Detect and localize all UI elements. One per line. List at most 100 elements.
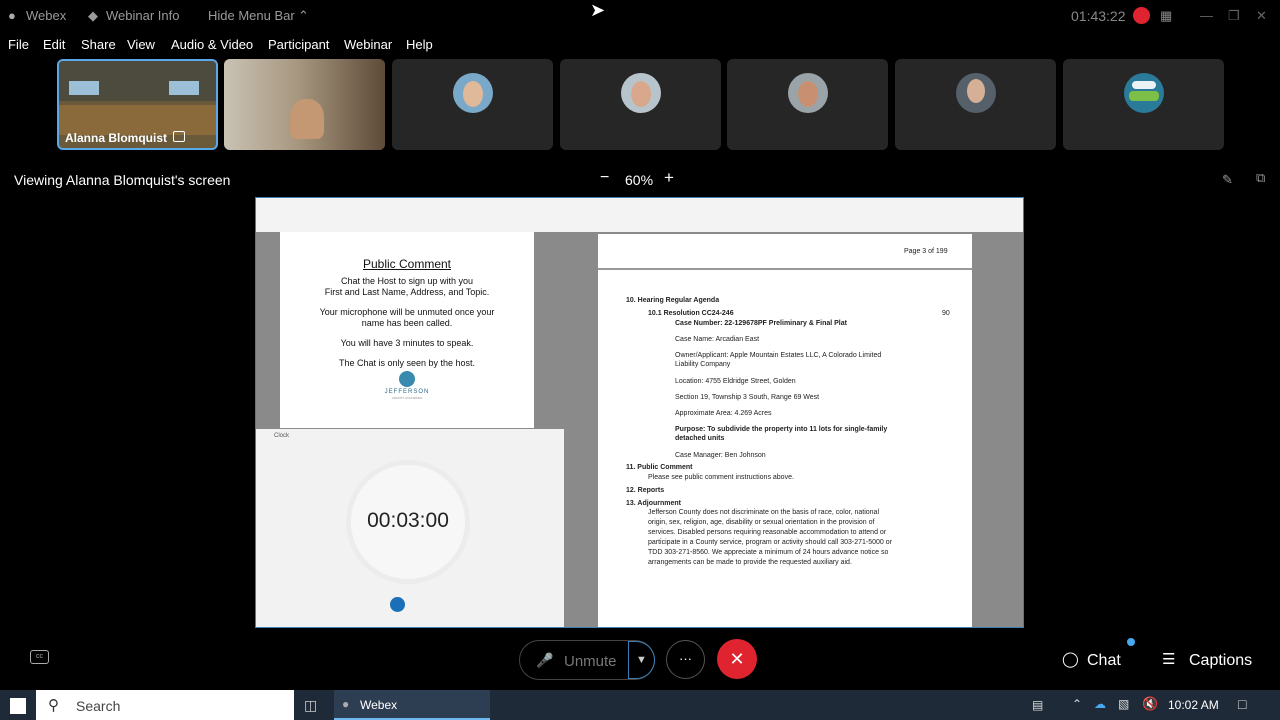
zoom-level: 60% — [625, 172, 654, 188]
agenda-line: Case Number: 22-129678PF Preliminary & F… — [675, 320, 847, 327]
agenda-line: Please see public comment instructions a… — [648, 474, 794, 481]
timer-display: 00:03:00 — [367, 509, 449, 532]
jefferson-logo-icon — [399, 371, 415, 387]
play-button[interactable] — [390, 597, 405, 612]
volume-icon[interactable]: 🔇 — [1142, 696, 1158, 712]
agenda-page: Page 3 of 199 10. Hearing Regular Agenda… — [598, 234, 972, 627]
participant-tile-2[interactable] — [392, 59, 553, 150]
restore-icon[interactable]: ❐ — [1228, 8, 1240, 24]
agenda-line: Purpose: To subdivide the property into … — [675, 426, 888, 433]
annotate-icon[interactable]: ✎ — [1222, 172, 1233, 188]
news-icon[interactable]: ▤ — [1032, 698, 1043, 712]
search-placeholder: Search — [76, 698, 121, 714]
end-call-button[interactable]: ✕ — [717, 639, 757, 679]
shield-icon: ◆ — [88, 8, 98, 23]
more-options-button[interactable]: ··· — [666, 640, 705, 679]
agenda-line: Liability Company — [675, 361, 731, 368]
windows-start-icon[interactable] — [10, 698, 26, 714]
participant-tile-6[interactable] — [1063, 59, 1224, 150]
task-view-icon[interactable]: ◫ — [304, 697, 317, 714]
participant-name: Alanna Blomquist — [65, 131, 168, 145]
captions-icon: ☰ — [1162, 651, 1176, 668]
logo-text: JEFFERSON — [384, 389, 430, 395]
avatar — [956, 73, 996, 113]
agenda-line: 13. Adjournment — [626, 500, 681, 507]
logo-subtext: COUNTY COLORADO — [391, 396, 423, 400]
page-title: Public Comment — [362, 257, 452, 271]
taskbar-webex-label: Webex — [360, 698, 398, 712]
chevron-down-icon[interactable]: ▼ — [628, 641, 655, 679]
menu-bar: File Edit Share View Audio & Video Parti… — [0, 33, 1280, 55]
search-icon: ⚲ — [48, 697, 59, 714]
menu-audio-video[interactable]: Audio & Video — [171, 37, 253, 52]
menu-webinar[interactable]: Webinar — [344, 37, 392, 52]
avatar — [621, 73, 661, 113]
participant-tile-3[interactable] — [560, 59, 721, 150]
meeting-controls: cc 🎤 Unmute ▼ ··· ✕ ◯ Chat ☰ Captions — [0, 636, 1280, 684]
captions-button[interactable]: Captions — [1189, 652, 1252, 670]
zoom-in-button[interactable]: + — [664, 168, 674, 188]
menu-view[interactable]: View — [127, 37, 155, 52]
chevron-up-icon[interactable]: ⌃ — [1072, 697, 1082, 711]
minimize-icon[interactable]: — — [1200, 8, 1213, 23]
menu-edit[interactable]: Edit — [43, 37, 65, 52]
right-pdf-window: Page 3 of 199 10. Hearing Regular Agenda… — [566, 198, 1023, 627]
agenda-line: 90 — [942, 310, 950, 317]
clock-window: Clock 00:03:00 — [256, 429, 564, 627]
agenda-line: Location: 4755 Eldridge Street, Golden — [675, 378, 796, 385]
zoom-out-button[interactable]: − — [600, 169, 609, 187]
search-box[interactable]: ⚲ Search — [36, 690, 294, 720]
record-icon[interactable] — [1133, 7, 1150, 24]
hide-menu-bar-button[interactable]: Hide Menu Bar — [208, 8, 295, 23]
agenda-line: detached units — [675, 435, 725, 442]
participant-tile-5[interactable] — [895, 59, 1056, 150]
pc-line: name has been called. — [361, 318, 453, 328]
participant-tile-active[interactable]: Alanna Blomquist — [57, 59, 218, 150]
notifications-icon[interactable]: □ — [1238, 696, 1246, 712]
share-icon — [173, 131, 185, 142]
pc-line: You will have 3 minutes to speak. — [340, 338, 474, 348]
network-icon[interactable]: ▧ — [1118, 697, 1129, 711]
chat-button[interactable]: Chat — [1087, 652, 1121, 670]
agenda-line: Owner/Applicant: Apple Mountain Estates … — [675, 352, 882, 359]
pc-line: The Chat is only seen by the host. — [338, 358, 476, 368]
menu-share[interactable]: Share — [81, 37, 116, 52]
participant-tile-4[interactable] — [727, 59, 888, 150]
taskbar-webex[interactable]: ● Webex — [334, 690, 490, 720]
agenda-line: 10.1 Resolution CC24-246 — [648, 310, 734, 317]
cursor-icon: ➤ — [590, 0, 606, 20]
menu-file[interactable]: File — [8, 37, 29, 52]
agenda-line: arrangements can be made to provide the … — [648, 559, 852, 566]
unmute-label: Unmute — [564, 653, 617, 670]
public-comment-page: Public Comment Chat the Host to sign up … — [280, 232, 534, 428]
unmute-button[interactable]: 🎤 Unmute ▼ — [519, 640, 655, 680]
cc-icon[interactable]: cc — [30, 650, 49, 664]
agenda-line: Approximate Area: 4.269 Acres — [675, 410, 772, 417]
signal-icon[interactable]: ▦ — [1160, 8, 1172, 24]
agenda-line: TDD 303-271-8560. We appreciate a minimu… — [648, 549, 889, 556]
avatar — [788, 73, 828, 113]
county-logo-icon — [1124, 73, 1164, 113]
popout-icon[interactable]: ⧉ — [1256, 170, 1265, 186]
pc-line: Your microphone will be unmuted once you… — [319, 307, 495, 317]
clock-time[interactable]: 10:02 AM — [1168, 698, 1219, 712]
webinar-info-button[interactable]: Webinar Info — [106, 8, 179, 23]
onedrive-icon[interactable]: ☁ — [1094, 697, 1106, 711]
webex-icon: ● — [342, 697, 350, 711]
agenda-line: 10. Hearing Regular Agenda — [626, 297, 720, 304]
agenda-line: Case Name: Arcadian East — [675, 336, 760, 343]
chevron-up-icon[interactable]: ⌃ — [298, 8, 309, 24]
chat-notification-badge — [1127, 638, 1135, 646]
pdf-toolbar — [256, 198, 566, 232]
close-icon[interactable]: ✕ — [1256, 8, 1267, 24]
menu-help[interactable]: Help — [406, 37, 433, 52]
pdf-toolbar — [566, 198, 1023, 232]
participant-tile-video[interactable] — [224, 59, 385, 150]
webex-logo-icon: ● — [8, 8, 16, 23]
meeting-timer: 01:43:22 — [1071, 8, 1126, 24]
agenda-line: services. Disabled persons requiring rea… — [648, 529, 887, 536]
windows-taskbar: ⚲ Search ◫ ● Webex ▤ ⌃ ☁ ▧ 🔇 10:02 AM □ — [0, 690, 1280, 720]
clock-title: Clock — [274, 433, 290, 439]
menu-participant[interactable]: Participant — [268, 37, 329, 52]
app-title: Webex — [26, 8, 67, 23]
